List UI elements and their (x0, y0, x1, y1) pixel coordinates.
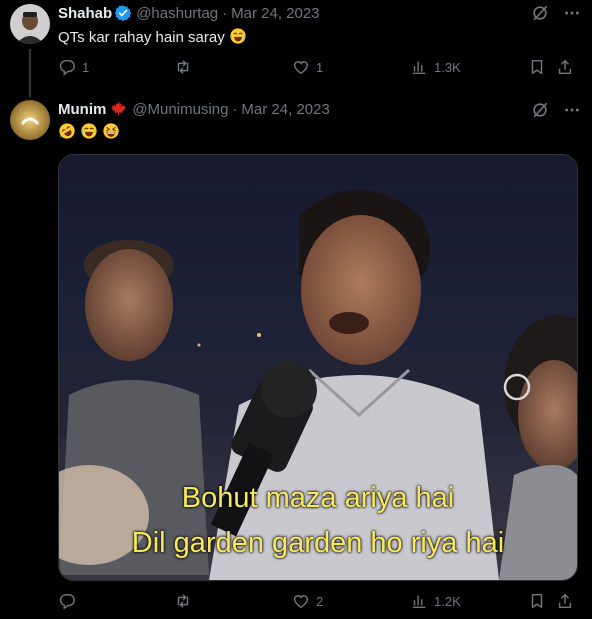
tweet-text: QTs kar rahay hain saray (58, 27, 247, 46)
like-count: 2 (316, 593, 324, 609)
bookmark-button[interactable] (528, 58, 546, 76)
views-icon (412, 61, 426, 75)
retweet-button[interactable] (174, 592, 198, 610)
views-button[interactable]: 1.2K (410, 592, 461, 610)
more-options-icon[interactable] (562, 100, 582, 120)
view-count: 1.3K (434, 59, 461, 75)
reply-button[interactable] (58, 592, 82, 610)
display-name[interactable]: Shahab (58, 5, 112, 22)
bookmark-button[interactable] (528, 592, 546, 610)
video-still-photo (59, 155, 577, 580)
avatar[interactable] (10, 4, 50, 44)
heart-icon (293, 595, 309, 609)
tweet-header: Shahab @hashurtag · Mar 24, 2023 (58, 4, 320, 22)
retweet-button[interactable] (174, 58, 198, 76)
reply-count: 1 (82, 59, 90, 75)
reply-button[interactable]: 1 (58, 58, 89, 76)
separator: · (222, 4, 228, 22)
more-options-icon[interactable] (562, 3, 582, 23)
verified-badge-icon (114, 4, 132, 22)
user-handle[interactable]: @hashurtag (136, 5, 218, 22)
heart-icon (293, 61, 309, 75)
share-button[interactable] (556, 592, 574, 610)
grok-icon[interactable] (530, 100, 550, 120)
display-name[interactable]: Munim (58, 101, 106, 118)
grinning-squinting-face-icon (102, 122, 120, 140)
tweet-date[interactable]: Mar 24, 2023 (241, 101, 329, 118)
tweet-shahab[interactable]: Shahab @hashurtag · Mar 24, 2023 QTs kar… (0, 0, 592, 97)
user-handle[interactable]: @Munimusing (132, 101, 228, 118)
share-icon (558, 59, 572, 75)
media-caption-line-1: Bohut maza ariya hai (181, 482, 455, 514)
media-caption-line-2: Dil garden garden ho riya hai (131, 527, 505, 559)
tweet-actions: 1 1 1.3K (58, 58, 580, 78)
tweet-header: Munim @Munimusing · Mar 24, 2023 (58, 100, 330, 118)
avatar[interactable] (10, 100, 50, 140)
tweet-date[interactable]: Mar 24, 2023 (231, 5, 319, 22)
face-with-tears-of-joy-icon (229, 27, 247, 45)
reply-icon (59, 593, 75, 610)
tweet-media-image[interactable]: Bohut maza ariya hai Dil garden garden h… (58, 154, 578, 581)
like-count: 1 (316, 59, 324, 75)
separator: · (232, 100, 238, 118)
bookmark-icon (531, 59, 543, 75)
bookmark-icon (531, 593, 543, 609)
face-with-tears-of-joy-icon (80, 122, 98, 140)
tweet-text (58, 122, 120, 141)
tweet-actions: 2 1.2K (58, 592, 580, 612)
like-button[interactable]: 1 (292, 58, 323, 76)
tweet-text-content: QTs kar rahay hain saray (58, 29, 225, 46)
tweet-munim[interactable]: Munim @Munimusing · Mar 24, 2023 Bohut m… (0, 92, 592, 619)
reply-icon (59, 59, 75, 76)
retweet-icon (177, 60, 189, 74)
like-button[interactable]: 2 (292, 592, 323, 610)
thread-line (29, 49, 31, 97)
view-count: 1.2K (434, 593, 461, 609)
views-icon (412, 595, 426, 609)
rolling-on-floor-laughing-icon (58, 122, 76, 140)
maple-leaf-icon (110, 100, 128, 118)
share-icon (558, 593, 572, 609)
views-button[interactable]: 1.3K (410, 58, 461, 76)
grok-icon[interactable] (530, 3, 550, 23)
retweet-icon (177, 594, 189, 608)
share-button[interactable] (556, 58, 574, 76)
